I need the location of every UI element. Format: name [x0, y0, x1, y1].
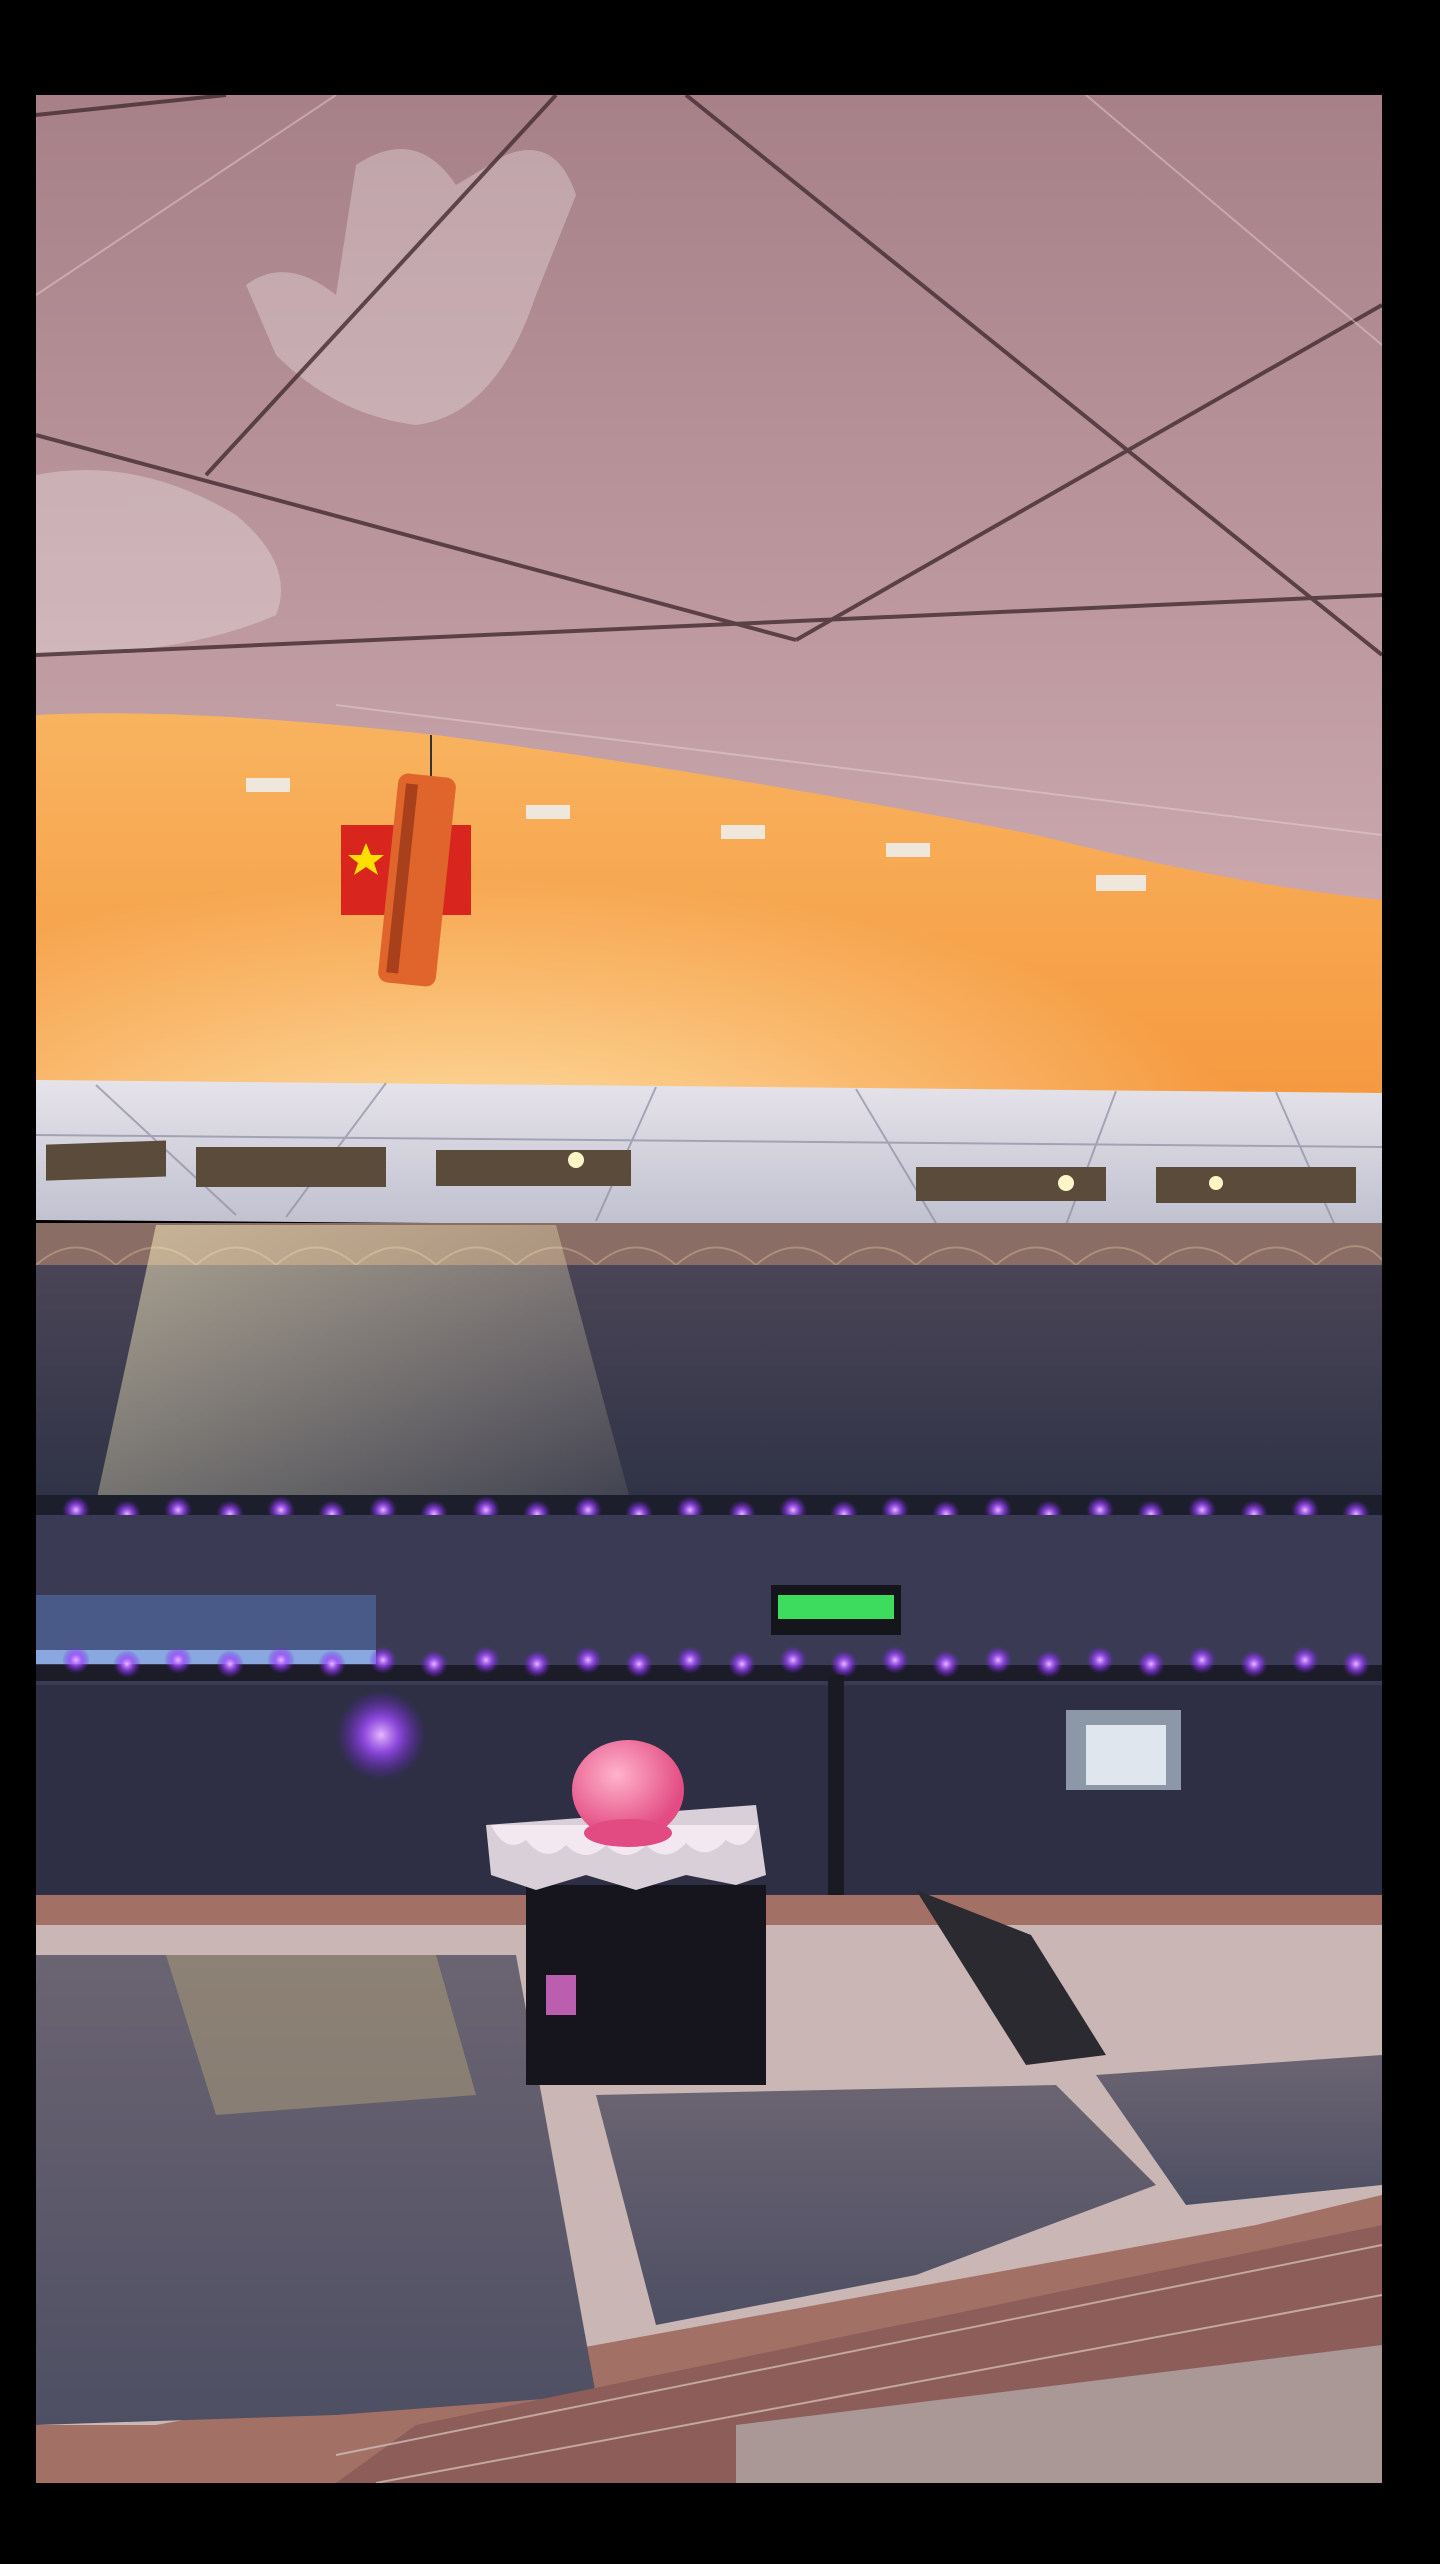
- roof-light: [568, 1152, 584, 1168]
- purple-light: [932, 1650, 960, 1678]
- tunnel-inner: [1086, 1725, 1166, 1785]
- purple-light: [1137, 1650, 1165, 1678]
- purple-light: [881, 1646, 909, 1674]
- purple-light: [523, 1650, 551, 1678]
- purple-light: [1240, 1650, 1268, 1678]
- purple-light: [1086, 1646, 1114, 1674]
- floor-crowd-glow: [166, 1955, 476, 2115]
- purple-light: [113, 1650, 141, 1678]
- roof-light: [1209, 1176, 1223, 1190]
- purple-light: [420, 1650, 448, 1678]
- purple-light: [1291, 1646, 1319, 1674]
- purple-light: [216, 1650, 244, 1678]
- purple-light: [625, 1650, 653, 1678]
- purple-light: [318, 1650, 346, 1678]
- purple-light: [830, 1650, 858, 1678]
- purple-light: [164, 1646, 192, 1674]
- purple-light: [728, 1650, 756, 1678]
- roof-light: [1058, 1175, 1074, 1191]
- purple-light: [62, 1646, 90, 1674]
- pink-balloon-lip: [584, 1819, 672, 1847]
- tower-screen-display: [778, 1595, 894, 1619]
- purple-light: [1188, 1646, 1216, 1674]
- blue-seat-block: [36, 1595, 376, 1655]
- purple-light: [779, 1646, 807, 1674]
- stadium-scene: [36, 95, 1382, 2483]
- purple-light: [1342, 1650, 1370, 1678]
- purple-light: [1035, 1650, 1063, 1678]
- purple-light: [369, 1646, 397, 1674]
- stage-light-panel: [546, 1975, 576, 2015]
- purple-light: [267, 1646, 295, 1674]
- photo-frame: [36, 95, 1382, 2483]
- purple-light: [676, 1646, 704, 1674]
- purple-light: [984, 1646, 1012, 1674]
- purple-light: [574, 1646, 602, 1674]
- purple-light: [472, 1646, 500, 1674]
- purple-spotlight: [336, 1690, 426, 1780]
